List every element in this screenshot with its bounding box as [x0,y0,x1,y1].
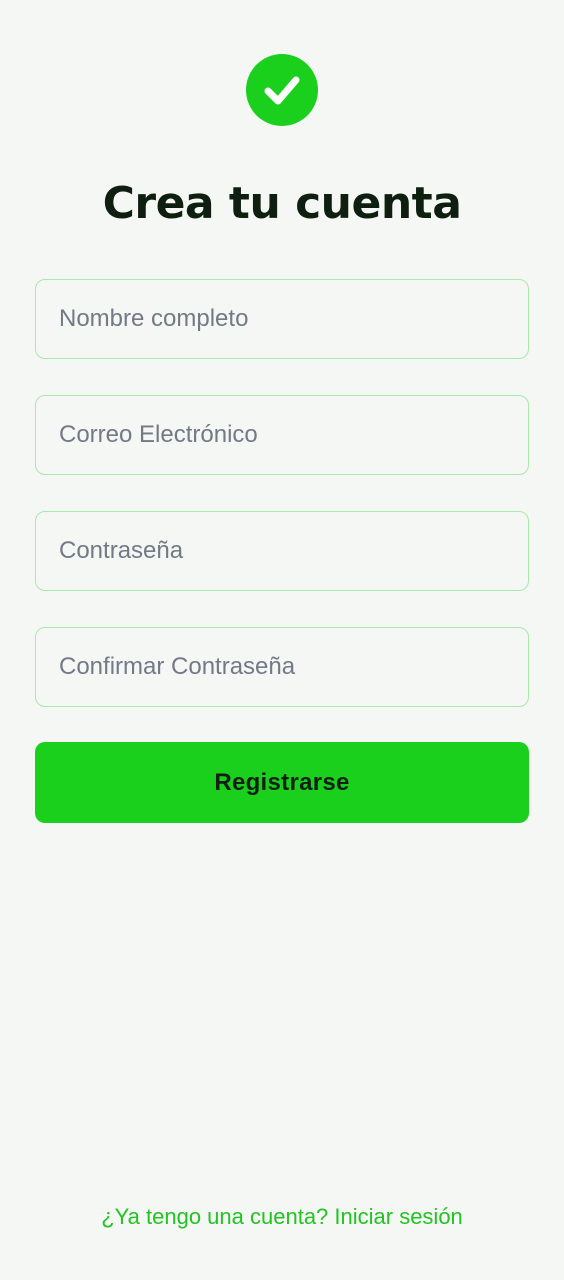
checkmark-icon [262,70,302,110]
confirm-password-input[interactable] [35,627,529,707]
footer: ¿Ya tengo una cuenta? Iniciar sesión [0,1204,564,1230]
email-input[interactable] [35,395,529,475]
login-link[interactable]: ¿Ya tengo una cuenta? Iniciar sesión [101,1204,463,1229]
register-button[interactable]: Registrarse [35,742,529,823]
page-title: Crea tu cuenta [102,178,462,229]
password-input[interactable] [35,511,529,591]
register-screen: Crea tu cuenta Registrarse ¿Ya tengo una… [0,0,564,1280]
app-logo [246,54,318,126]
full-name-input[interactable] [35,279,529,359]
